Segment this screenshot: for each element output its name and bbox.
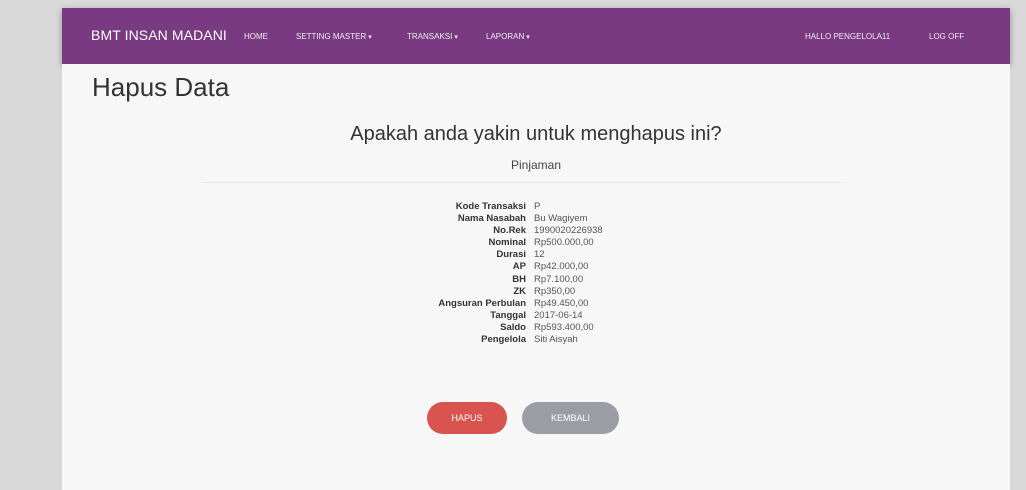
caret-down-icon: ▾ [526, 34, 530, 41]
detail-label: Kode Transaksi [455, 201, 526, 212]
detail-value: Rp350,00 [534, 285, 576, 297]
detail-list: Kode Transaksi P Nama Nasabah Bu Wagiyem N… [362, 201, 682, 346]
detail-row: AP Rp42.000,00 [362, 261, 682, 273]
nav-laporan-label: LAPORAN [486, 32, 525, 41]
record-type: Pinjaman [510, 158, 562, 172]
detail-value: Siti Aisyah [534, 334, 578, 346]
detail-label: Tanggal [490, 309, 526, 321]
detail-label: AP [512, 261, 526, 273]
detail-value: 12 [534, 249, 545, 261]
detail-row: Saldo Rp593.400,00 [362, 322, 682, 334]
detail-row: BH Rp7.100,00 [362, 274, 682, 286]
detail-row: Nama Nasabah Bu Wagiyem [362, 213, 682, 225]
detail-row: Angsuran Perbulan Rp49.450,00 [362, 298, 682, 310]
nav-user-greeting[interactable]: HALLO PENGELOLA11 [805, 32, 890, 41]
detail-label: Durasi [496, 249, 526, 261]
detail-row: Tanggal 2017-06-14 [362, 310, 682, 322]
nav-home[interactable]: HOME [244, 32, 268, 41]
detail-row: Nominal Rp500.000,00 [362, 237, 682, 249]
detail-row: No.Rek 1990020226938 [362, 225, 682, 237]
nav-logoff[interactable]: LOG OFF [929, 32, 964, 41]
hapus-button[interactable]: HAPUS [427, 402, 507, 434]
detail-label: BH [512, 273, 526, 285]
detail-label: Nama Nasabah [457, 213, 526, 225]
caret-down-icon: ▾ [454, 34, 458, 41]
detail-label: No.Rek [493, 225, 526, 237]
nav-transaksi[interactable]: TRANSAKSI ▾ [407, 32, 458, 41]
page-title: Hapus Data [92, 72, 230, 102]
detail-label: Nominal [488, 237, 526, 249]
detail-label: ZK [513, 285, 526, 297]
confirm-question: Apakah anda yakin untuk menghapus ini? [350, 123, 722, 145]
detail-value: Rp7.100,00 [534, 273, 584, 285]
detail-row: Kode Transaksi P [362, 201, 682, 213]
nav-setting-master-label: SETTING MASTER [296, 32, 367, 41]
detail-row: Durasi 12 [362, 249, 682, 261]
kembali-button[interactable]: KEMBALI [522, 402, 619, 434]
page-content: Hapus Data Apakah anda yakin untuk mengh… [62, 64, 1010, 490]
brand-link[interactable]: BMT INSAN MADANI [91, 27, 227, 43]
detail-label: Pengelola [481, 334, 526, 346]
detail-value: Rp42.000,00 [534, 261, 589, 273]
nav-transaksi-label: TRANSAKSI [407, 32, 453, 41]
detail-label: Saldo [500, 321, 526, 333]
detail-value: 1990020226938 [534, 225, 603, 237]
detail-label: Angsuran Perbulan [438, 297, 526, 309]
detail-value: Rp500.000,00 [534, 237, 594, 249]
detail-row: ZK Rp350,00 [362, 286, 682, 298]
detail-value: Rp49.450,00 [534, 297, 589, 309]
detail-value: P [534, 201, 541, 212]
detail-value: Rp593.400,00 [534, 321, 594, 333]
nav-setting-master[interactable]: SETTING MASTER ▾ [296, 32, 372, 41]
nav-laporan[interactable]: LAPORAN ▾ [486, 32, 530, 41]
divider [202, 182, 842, 183]
detail-row: Pengelola Siti Aisyah [362, 334, 682, 346]
detail-value: Bu Wagiyem [534, 213, 588, 225]
top-navbar: BMT INSAN MADANI HOME SETTING MASTER ▾ TR… [62, 8, 1010, 64]
caret-down-icon: ▾ [368, 34, 372, 41]
detail-value: 2017-06-14 [534, 309, 583, 321]
